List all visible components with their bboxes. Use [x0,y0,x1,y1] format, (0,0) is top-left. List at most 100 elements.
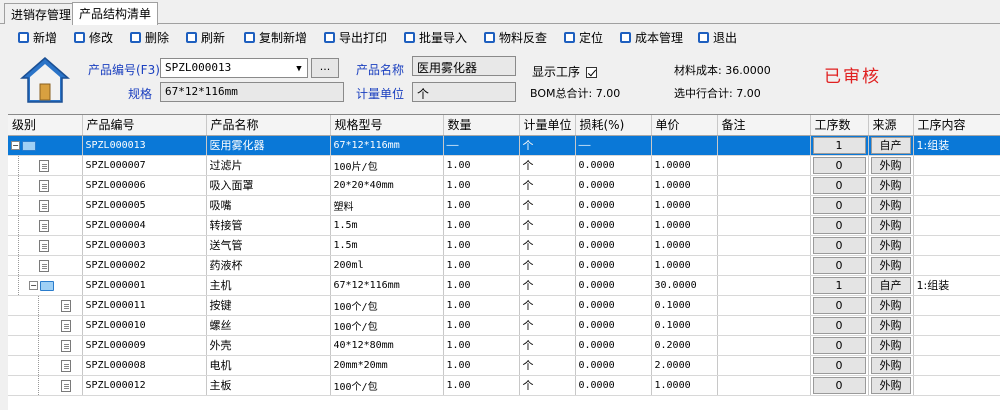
process-content-cell [913,195,1000,216]
table-row[interactable]: SPZL000009 外壳 40*12*80mm 1.00 个 0.0000 0.2000 0… [8,335,1000,356]
step-count-button[interactable]: 0 [812,256,866,274]
col-note-header[interactable]: 备注 [717,115,811,136]
table-row[interactable]: SPZL000012 主板 100个/包 1.00 个 0.0000 1.0000 0 外购 [8,375,1000,396]
tab-bar: 进销存管理 产品结构清单 [0,0,1000,25]
collapse-icon[interactable]: − [11,141,20,150]
source-button[interactable]: 外购 [870,376,911,394]
tree-node[interactable] [8,355,83,376]
table-row[interactable]: − SPZL000013 医用雾化器 67*12*116mm —— 个 —— 1 自产 1:组装 [8,135,1000,156]
tree-node[interactable] [8,255,83,276]
step-count-button[interactable]: 1 [812,276,866,294]
lookup-icon [484,31,495,43]
tab-inventory[interactable]: 进销存管理 [4,3,79,24]
table-row[interactable]: SPZL000011 按键 100个/包 1.00 个 0.0000 0.1000 0 外购 [8,295,1000,316]
product-code-cell: SPZL000001 [82,275,207,296]
edit-button[interactable]: 修改 [74,28,113,46]
table-row[interactable]: SPZL000006 吸入面罩 20*20*40mm 1.00 个 0.0000 1.000… [8,175,1000,196]
loss-cell: —— [575,135,652,156]
add-icon [18,31,29,43]
source-button[interactable]: 外购 [870,356,911,374]
table-row[interactable]: − SPZL000001 主机 67*12*116mm 1.00 个 0.0000 30.00… [8,275,1000,296]
tab-bom[interactable]: 产品结构清单 [72,2,159,25]
batch-import-button[interactable]: 批量导入 [404,28,467,46]
step-count-button[interactable]: 0 [812,336,866,354]
cost-management-button[interactable]: 成本管理 [620,28,683,46]
locate-button[interactable]: 定位 [564,28,603,46]
product-code-cell: SPZL000003 [82,235,207,256]
tree-node[interactable]: − [8,135,83,156]
table-row[interactable]: SPZL000002 药液杯 200ml 1.00 个 0.0000 1.0000 0 外购 [8,255,1000,276]
step-count-cell: 0 [810,355,869,376]
step-count-button[interactable]: 1 [812,136,866,154]
source-button[interactable]: 外购 [870,196,911,214]
source-button[interactable]: 外购 [870,236,911,254]
tree-node[interactable] [8,175,83,196]
step-count-button[interactable]: 0 [812,356,866,374]
material-lookup-button[interactable]: 物料反查 [484,28,547,46]
table-row[interactable]: SPZL000003 送气管 1.5m 1.00 个 0.0000 1.0000 0 外购 [8,235,1000,256]
tree-node[interactable] [8,315,83,336]
chevron-down-icon[interactable]: ▼ [292,60,306,77]
exit-button[interactable]: 退出 [698,28,737,46]
tree-node[interactable]: − [8,275,83,296]
col-quantity-header[interactable]: 数量 [443,115,520,136]
col-unit-price-header[interactable]: 单价 [651,115,718,136]
col-product-name-header[interactable]: 产品名称 [206,115,331,136]
tree-node[interactable] [8,215,83,236]
col-product-code-header[interactable]: 产品编号 [82,115,207,136]
product-code-combo[interactable]: SPZL000013 ▼ [160,58,308,78]
col-step-count-header[interactable]: 工序数 [810,115,869,136]
tree-node[interactable] [8,235,83,256]
folder-open-icon [22,140,36,151]
source-button[interactable]: 外购 [870,316,911,334]
tree-node[interactable] [8,335,83,356]
source-button[interactable]: 自产 [870,136,911,154]
source-button[interactable]: 自产 [870,276,911,294]
step-count-button[interactable]: 0 [812,196,866,214]
step-count-button[interactable]: 0 [812,376,866,394]
step-count-button[interactable]: 0 [812,216,866,234]
show-process-toggle[interactable]: 显示工序 [532,63,598,80]
step-count-button[interactable]: 0 [812,156,866,174]
tree-node[interactable] [8,375,83,396]
step-count-button[interactable]: 0 [812,296,866,314]
document-icon [39,159,49,172]
step-count-button[interactable]: 0 [812,176,866,194]
collapse-icon[interactable]: − [29,281,38,290]
col-spec-header[interactable]: 规格型号 [330,115,444,136]
col-loss-header[interactable]: 损耗(%) [575,115,652,136]
tree-node[interactable] [8,155,83,176]
export-print-button[interactable]: 导出打印 [324,28,387,46]
step-count-button[interactable]: 0 [812,316,866,334]
add-button[interactable]: 新增 [18,28,57,46]
col-unit-header[interactable]: 计量单位 [519,115,576,136]
spec-field: 67*12*116mm [160,82,344,102]
tree-node[interactable] [8,195,83,216]
browse-button[interactable]: ... [311,58,339,78]
col-process-content-header[interactable]: 工序内容 [913,115,1000,136]
document-icon [61,339,71,352]
source-button[interactable]: 外购 [870,256,911,274]
product-code-cell: SPZL000007 [82,155,207,176]
tree-node[interactable] [8,295,83,316]
step-count-button[interactable]: 0 [812,236,866,254]
delete-button[interactable]: 删除 [130,28,169,46]
source-button[interactable]: 外购 [870,216,911,234]
product-name-cell: 外壳 [206,335,331,356]
source-button[interactable]: 外购 [870,176,911,194]
source-button[interactable]: 外购 [870,296,911,314]
col-level-header[interactable]: 级别 [8,115,83,136]
table-row[interactable]: SPZL000010 螺丝 100个/包 1.00 个 0.0000 0.1000 0 外购 [8,315,1000,336]
col-source-header[interactable]: 来源 [868,115,914,136]
table-row[interactable]: SPZL000005 吸嘴 塑料 1.00 个 0.0000 1.0000 0 外购 [8,195,1000,216]
table-row[interactable]: SPZL000007 过滤片 100片/包 1.00 个 0.0000 1.0000 0 外购 [8,155,1000,176]
product-code-cell: SPZL000002 [82,255,207,276]
refresh-button[interactable]: 刷新 [186,28,225,46]
table-row[interactable]: SPZL000004 转接管 1.5m 1.00 个 0.0000 1.0000 0 外购 [8,215,1000,236]
table-row[interactable]: SPZL000008 电机 20mm*20mm 1.00 个 0.0000 2.0000 0 外… [8,355,1000,376]
source-button[interactable]: 外购 [870,156,911,174]
copy-add-button[interactable]: 复制新增 [244,28,307,46]
product-name-cell: 主板 [206,375,331,396]
checkbox-checked[interactable] [586,67,598,78]
source-button[interactable]: 外购 [870,336,911,354]
